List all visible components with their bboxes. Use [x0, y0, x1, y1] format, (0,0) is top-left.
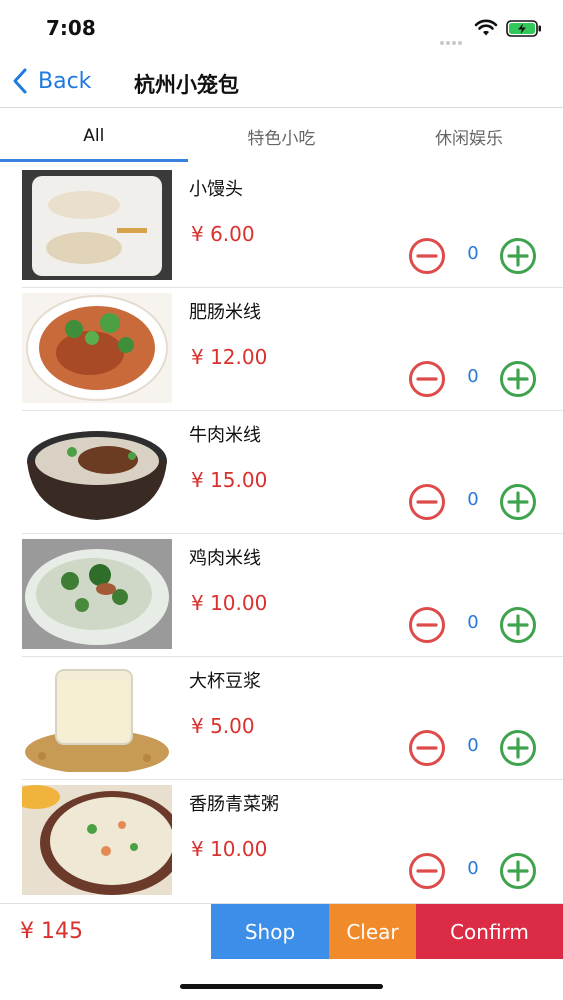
product-price: ¥ 5.00	[191, 714, 255, 738]
quantity-value: 0	[467, 366, 479, 387]
navigation-bar: Back 杭州小笼包	[0, 56, 563, 108]
screen: 7:08 Back 杭州小笼包 All 特色小吃 休闲娱乐 小馒头 ¥ 6.00…	[0, 0, 563, 1000]
quantity-stepper: 0	[408, 483, 538, 520]
clear-button[interactable]: Clear	[329, 904, 416, 959]
list-item: 大杯豆浆 ¥ 5.00 0	[22, 657, 563, 780]
confirm-button[interactable]: Confirm	[416, 904, 563, 959]
battery-charging-icon	[506, 20, 541, 37]
minus-icon[interactable]	[408, 360, 446, 398]
product-name: 牛肉米线	[189, 425, 261, 446]
product-image-intestine-rice-noodles	[22, 293, 172, 403]
product-name: 肥肠米线	[189, 302, 261, 323]
product-price: ¥ 10.00	[191, 837, 268, 861]
quantity-value: 0	[467, 858, 479, 879]
list-item: 牛肉米线 ¥ 15.00 0	[22, 411, 563, 534]
plus-icon[interactable]	[499, 237, 537, 275]
product-price: ¥ 12.00	[191, 345, 268, 369]
wifi-icon	[474, 19, 498, 36]
product-image-beef-rice-noodles	[22, 416, 172, 526]
product-name: 香肠青菜粥	[189, 794, 279, 815]
plus-icon[interactable]	[499, 606, 537, 644]
quantity-stepper: 0	[408, 606, 538, 643]
cart-bar: ¥ 145 Shop Clear Confirm	[0, 903, 563, 959]
page-title: 杭州小笼包	[134, 73, 239, 97]
plus-icon[interactable]	[499, 729, 537, 767]
list-item: 香肠青菜粥 ¥ 10.00 0	[22, 780, 563, 902]
product-name: 大杯豆浆	[189, 671, 261, 692]
product-name: 鸡肉米线	[189, 548, 261, 569]
tab-specialty-snacks[interactable]: 特色小吃	[188, 110, 376, 162]
shop-button[interactable]: Shop	[211, 904, 329, 959]
product-image-steamed-buns	[22, 170, 172, 280]
list-item: 肥肠米线 ¥ 12.00 0	[22, 288, 563, 411]
minus-icon[interactable]	[408, 606, 446, 644]
product-list[interactable]: 小馒头 ¥ 6.00 0 肥肠米线 ¥ 12.00 0 牛肉米线 ¥ 15.00…	[22, 165, 563, 902]
product-name: 小馒头	[189, 179, 243, 200]
product-image-soy-milk	[22, 662, 172, 772]
tab-all[interactable]: All	[0, 110, 188, 162]
plus-icon[interactable]	[499, 483, 537, 521]
product-price: ¥ 10.00	[191, 591, 268, 615]
quantity-value: 0	[467, 489, 479, 510]
home-indicator[interactable]	[180, 984, 383, 989]
quantity-stepper: 0	[408, 237, 538, 274]
plus-icon[interactable]	[499, 852, 537, 890]
minus-icon[interactable]	[408, 852, 446, 890]
quantity-value: 0	[467, 735, 479, 756]
minus-icon[interactable]	[408, 483, 446, 521]
status-bar: 7:08	[0, 0, 563, 56]
status-time: 7:08	[46, 16, 96, 40]
back-button[interactable]: Back	[10, 64, 91, 98]
quantity-value: 0	[467, 243, 479, 264]
minus-icon[interactable]	[408, 237, 446, 275]
chevron-left-icon	[13, 68, 27, 94]
minus-icon[interactable]	[408, 729, 446, 767]
list-item: 鸡肉米线 ¥ 10.00 0	[22, 534, 563, 657]
signal-icon	[440, 30, 468, 45]
category-tabs: All 特色小吃 休闲娱乐	[0, 110, 563, 162]
quantity-value: 0	[467, 612, 479, 633]
cart-total: ¥ 145	[0, 904, 211, 959]
product-image-chicken-rice-noodles	[22, 539, 172, 649]
list-item: 小馒头 ¥ 6.00 0	[22, 165, 563, 288]
product-image-sausage-vegetable-porridge	[22, 785, 172, 895]
quantity-stepper: 0	[408, 729, 538, 766]
product-price: ¥ 6.00	[191, 222, 255, 246]
tab-leisure[interactable]: 休闲娱乐	[375, 110, 563, 162]
plus-icon[interactable]	[499, 360, 537, 398]
back-label: Back	[38, 68, 92, 94]
product-price: ¥ 15.00	[191, 468, 268, 492]
quantity-stepper: 0	[408, 360, 538, 397]
quantity-stepper: 0	[408, 852, 538, 889]
